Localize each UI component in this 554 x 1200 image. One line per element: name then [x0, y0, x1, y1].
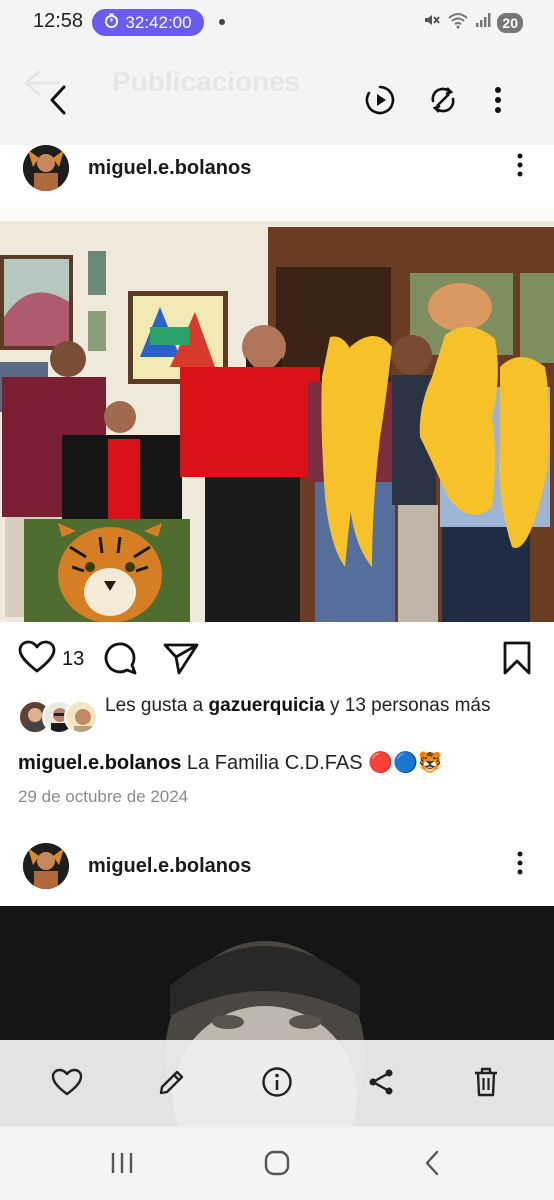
heart-outline-icon — [51, 1068, 83, 1101]
group-photo-image — [0, 207, 554, 622]
home-button[interactable] — [259, 1150, 295, 1180]
paper-plane-icon — [162, 643, 200, 680]
post-more-button[interactable] — [506, 851, 534, 879]
avatar[interactable] — [23, 145, 69, 191]
liker-username[interactable]: gazuerquicia — [209, 695, 325, 716]
battery-indicator: 20 — [497, 12, 523, 33]
recents-icon — [109, 1151, 135, 1180]
bottom-toolbar — [0, 1040, 554, 1128]
back-arrow-icon — [48, 84, 68, 121]
wifi-icon — [447, 11, 469, 34]
favorite-button[interactable] — [49, 1066, 85, 1102]
timer-text: 32:42:00 — [125, 12, 192, 32]
more-vertical-icon — [494, 86, 502, 119]
recents-button[interactable] — [104, 1150, 140, 1180]
post-caption: miguel.e.bolanos La Familia C.D.FAS 🔴🔵🐯 — [18, 750, 443, 775]
stopwatch-icon — [104, 12, 119, 33]
top-app-bar: Publicaciones — [0, 46, 554, 154]
more-vertical-icon — [517, 851, 523, 880]
page-title-ghost: Publicaciones — [112, 66, 301, 97]
signal-icon — [475, 12, 491, 33]
more-vertical-icon — [517, 153, 523, 182]
status-bar: 12:58 32:42:00 20 — [0, 0, 554, 46]
edit-pencil-icon — [157, 1067, 187, 1102]
nav-back-button[interactable] — [414, 1150, 450, 1180]
caption-username[interactable]: miguel.e.bolanos — [18, 752, 181, 774]
timer-pill[interactable]: 32:42:00 — [92, 9, 204, 36]
heart-icon — [18, 640, 56, 678]
notification-dot — [219, 19, 225, 25]
sync-icon — [427, 84, 459, 121]
home-icon — [263, 1149, 291, 1182]
play-reel-icon — [364, 84, 396, 121]
mute-icon — [423, 11, 441, 34]
comment-bubble-icon — [102, 642, 138, 680]
info-icon — [261, 1066, 293, 1103]
edit-button[interactable] — [154, 1066, 190, 1102]
more-options-button[interactable] — [480, 84, 516, 120]
save-button[interactable] — [500, 640, 534, 676]
post-username[interactable]: miguel.e.bolanos — [88, 855, 251, 878]
likes-prefix: Les gusta a — [105, 695, 204, 716]
system-nav-bar — [0, 1128, 554, 1200]
likes-suffix: y 13 personas más — [329, 695, 491, 716]
status-time: 12:58 — [33, 10, 84, 32]
details-button[interactable] — [259, 1066, 295, 1102]
post-header: miguel.e.bolanos — [0, 843, 554, 899]
like-count[interactable]: 13 — [62, 648, 84, 671]
comment-button[interactable] — [102, 640, 138, 676]
back-icon — [423, 1150, 441, 1181]
post-more-button[interactable] — [506, 153, 534, 181]
post-username[interactable]: miguel.e.bolanos — [88, 157, 251, 180]
status-icons: 20 — [423, 11, 523, 34]
likes-text: Les gusta a gazuerquicia y 13 personas m… — [105, 694, 535, 718]
post-date: 29 de octubre de 2024 — [18, 787, 189, 806]
caption-text: La Familia C.D.FAS 🔴🔵🐯 — [186, 752, 443, 774]
share-icon — [366, 1067, 396, 1102]
bookmark-icon — [500, 641, 534, 680]
trash-icon — [472, 1066, 500, 1103]
play-reel-button[interactable] — [362, 84, 398, 120]
avatar — [64, 700, 98, 734]
post-action-row: 13 — [0, 636, 554, 680]
share-button[interactable] — [363, 1066, 399, 1102]
liker-avatars — [18, 700, 98, 734]
delete-button[interactable] — [468, 1066, 504, 1102]
sync-button[interactable] — [425, 84, 461, 120]
share-send-button[interactable] — [162, 640, 200, 676]
like-button[interactable] — [18, 640, 56, 676]
post-photo[interactable] — [0, 207, 554, 622]
avatar[interactable] — [23, 843, 69, 889]
back-button[interactable] — [40, 82, 76, 122]
post-header: miguel.e.bolanos — [0, 145, 554, 201]
